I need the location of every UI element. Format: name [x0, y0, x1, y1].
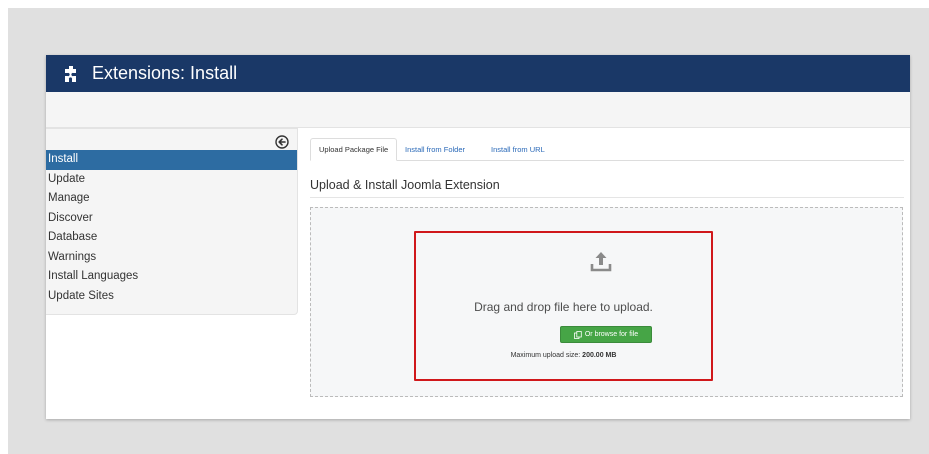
puzzle-icon [62, 65, 80, 83]
tab-upload-package-file[interactable]: Upload Package File [310, 138, 398, 161]
sidebar-item-update[interactable]: Update [46, 170, 297, 190]
sidebar-item-install[interactable]: Install [46, 150, 297, 170]
tab-bar: Upload Package File Install from Folder … [310, 135, 904, 161]
page-header: Extensions: Install [46, 55, 910, 92]
drop-instructions: Drag and drop file here to upload. [474, 300, 653, 314]
files-icon [573, 330, 582, 339]
divider [310, 197, 904, 198]
sidebar: Install Update Manage Discover Database … [46, 128, 298, 315]
browse-file-button[interactable]: Or browse for file [560, 326, 652, 343]
sidebar-item-database[interactable]: Database [46, 228, 297, 248]
page-title: Extensions: Install [92, 63, 238, 83]
sidebar-item-discover[interactable]: Discover [46, 209, 297, 229]
tab-install-from-url[interactable]: Install from URL [483, 139, 553, 160]
sidebar-item-warnings[interactable]: Warnings [46, 248, 297, 268]
sidebar-item-install-languages[interactable]: Install Languages [46, 267, 297, 287]
max-size-value: 200.00 MB [582, 352, 617, 359]
browse-file-label: Or browse for file [584, 331, 639, 338]
sidebar-menu: Install Update Manage Discover Database … [46, 150, 297, 306]
max-upload-size: Maximum upload size: 200.00 MB [414, 352, 713, 359]
max-size-label: Maximum upload size: [510, 352, 581, 359]
tab-install-from-folder[interactable]: Install from Folder [397, 139, 473, 160]
upload-icon [590, 250, 612, 272]
collapse-arrow-icon[interactable] [275, 135, 289, 149]
toolbar [46, 92, 910, 128]
sidebar-item-manage[interactable]: Manage [46, 189, 297, 209]
section-title: Upload & Install Joomla Extension [310, 178, 500, 192]
sidebar-item-update-sites[interactable]: Update Sites [46, 287, 297, 307]
